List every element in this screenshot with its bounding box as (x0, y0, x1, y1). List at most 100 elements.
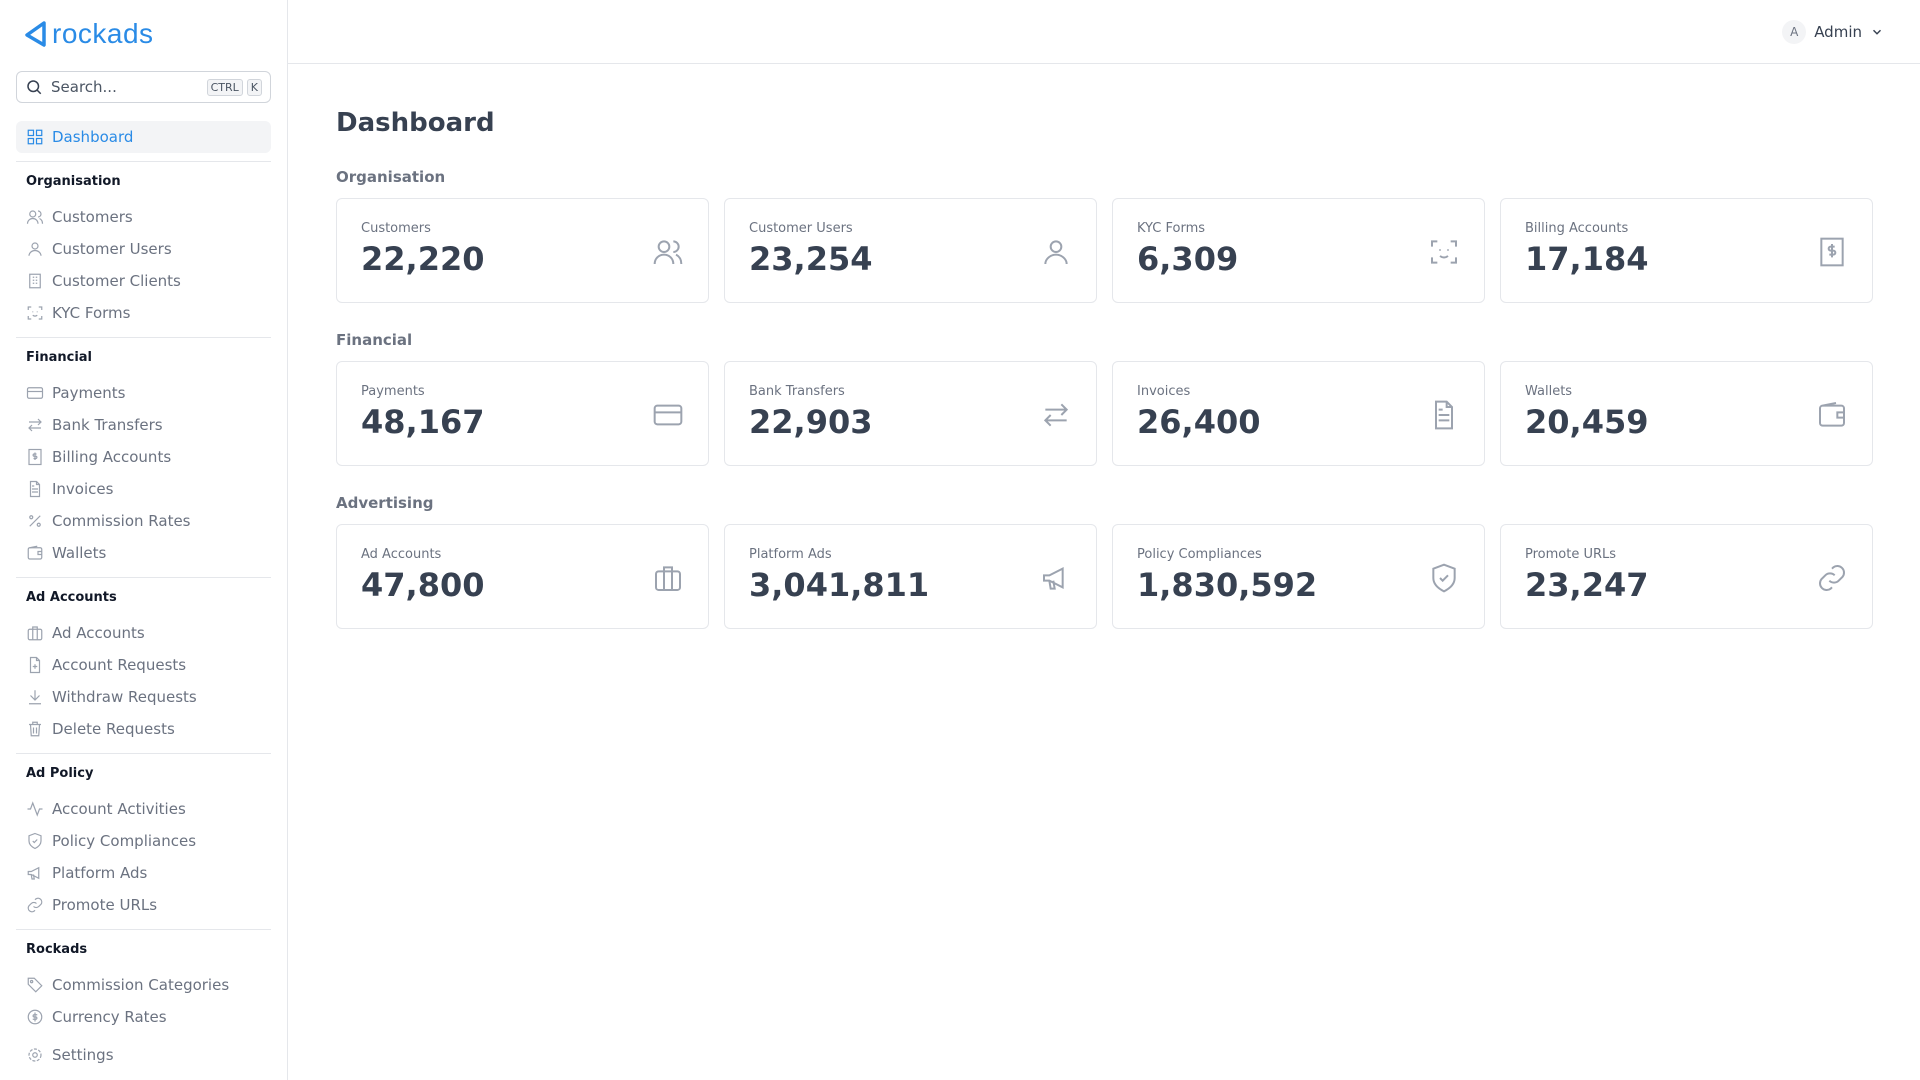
sidebar-item-label: Withdraw Requests (52, 688, 197, 706)
download-icon (29, 690, 41, 705)
face-scan-icon (27, 306, 43, 320)
sidebar-item-label: KYC Forms (52, 304, 131, 322)
sidebar-item-label: Policy Compliances (52, 832, 197, 850)
stat-label: Platform Ads (749, 547, 832, 562)
stat-card-ad-accounts[interactable]: Ad Accounts 47,800 (336, 524, 709, 629)
stat-label: Invoices (1137, 384, 1191, 399)
receipt-icon (1820, 237, 1844, 267)
card-icon (26, 387, 44, 399)
sidebar-item-customer-clients[interactable]: Customer Clients (16, 265, 271, 297)
top-header: A Admin (288, 0, 1920, 64)
briefcase-icon (655, 566, 681, 591)
stat-card-payments[interactable]: Payments 48,167 (336, 361, 709, 466)
stat-card-platform-ads[interactable]: Platform Ads 3,041,811 (724, 524, 1097, 629)
sidebar-item-label: Ad Accounts (52, 624, 145, 642)
stat-value: 20,459 (1525, 403, 1649, 441)
sidebar-item-customers[interactable]: Customers (16, 201, 271, 233)
stat-grid: Payments 48,167 Bank Transfers 22,903 Invoic… (336, 361, 1874, 466)
stat-grid: Customers 22,220 Customer Users 23,254 KYC F… (336, 198, 1874, 303)
stat-value: 1,830,592 (1137, 566, 1318, 604)
sidebar-item-label: Payments (52, 384, 126, 402)
sidebar-item-label: Billing Accounts (52, 448, 172, 466)
sidebar: rockads Search... CTRL K Dashboard Organ… (0, 0, 288, 1080)
sidebar-item-commission-categories[interactable]: Commission Categories (16, 969, 271, 1001)
sidebar-item-withdraw-requests[interactable]: Withdraw Requests (16, 681, 271, 713)
sidebar-item-policy-compliances[interactable]: Policy Compliances (16, 825, 271, 857)
stat-card-promote-urls[interactable]: Promote URLs 23,247 (1500, 524, 1873, 629)
wallet-icon (1819, 402, 1845, 427)
sidebar-item-label: Invoices (52, 480, 114, 498)
sidebar-item-platform-ads[interactable]: Platform Ads (16, 857, 271, 889)
sidebar-item-label: Account Activities (52, 800, 186, 818)
sidebar-item-account-requests[interactable]: Account Requests (16, 649, 271, 681)
wallet-icon (27, 545, 43, 560)
brand-logo[interactable]: rockads (24, 18, 154, 50)
sidebar-item-label: Platform Ads (52, 864, 148, 882)
sidebar-item-billing-accounts[interactable]: Billing Accounts (16, 441, 271, 473)
sidebar-section-heading: Rockads (16, 929, 271, 969)
stat-label: Payments (361, 384, 425, 399)
stat-value: 23,247 (1525, 566, 1649, 604)
sidebar-item-ad-accounts[interactable]: Ad Accounts (16, 617, 271, 649)
stat-card-bank-transfers[interactable]: Bank Transfers 22,903 (724, 361, 1097, 466)
stat-label: Promote URLs (1525, 547, 1617, 562)
main-content: Dashboard Organisation Customers 22,220 Cus… (336, 108, 1874, 657)
stat-value: 17,184 (1525, 240, 1649, 278)
logo-icon (25, 21, 46, 47)
sidebar-item-label: Settings (52, 1046, 114, 1064)
arrows-icon (28, 418, 42, 432)
sidebar-item-delete-requests[interactable]: Delete Requests (16, 713, 271, 745)
avatar: A (1782, 20, 1807, 44)
sidebar-item-invoices[interactable]: Invoices (16, 473, 271, 505)
sidebar-item-label: Promote URLs (52, 896, 158, 914)
dollar-icon (27, 1009, 43, 1025)
user-name: Admin (1814, 23, 1862, 41)
stat-card-policy-compliances[interactable]: Policy Compliances 1,830,592 (1112, 524, 1485, 629)
search-icon (27, 80, 42, 95)
stat-card-customer-users[interactable]: Customer Users 23,254 (724, 198, 1097, 303)
sidebar-section-heading: Ad Accounts (16, 577, 271, 617)
stat-card-billing-accounts[interactable]: Billing Accounts 17,184 (1500, 198, 1873, 303)
sidebar-item-wallets[interactable]: Wallets (16, 537, 271, 569)
user-icon (28, 242, 42, 256)
stat-label: Ad Accounts (361, 547, 442, 562)
face-scan-icon (1431, 240, 1457, 264)
sidebar-item-bank-transfers[interactable]: Bank Transfers (16, 409, 271, 441)
doc-icon (1435, 400, 1453, 430)
search-input[interactable]: Search... CTRL K (16, 71, 271, 103)
sidebar-item-currency-rates[interactable]: Currency Rates (16, 1001, 271, 1031)
section-heading: Financial (336, 331, 413, 349)
sidebar-item-dashboard[interactable]: Dashboard (16, 121, 271, 153)
sidebar-item-label: Customers (52, 208, 133, 226)
stat-value: 22,903 (749, 403, 873, 441)
sidebar-item-settings[interactable]: Settings (16, 1039, 271, 1071)
stat-card-wallets[interactable]: Wallets 20,459 (1500, 361, 1873, 466)
percent-icon (29, 515, 41, 527)
stat-value: 23,254 (749, 240, 873, 278)
stat-value: 3,041,811 (749, 566, 930, 604)
arrows-icon (1043, 403, 1069, 427)
stat-label: Policy Compliances (1137, 547, 1262, 562)
trash-icon (29, 721, 41, 737)
stat-card-kyc-forms[interactable]: KYC Forms 6,309 (1112, 198, 1485, 303)
sidebar-item-account-activities[interactable]: Account Activities (16, 793, 271, 825)
brand-name: rockads (52, 18, 154, 49)
sidebar-item-kyc-forms[interactable]: KYC Forms (16, 297, 271, 329)
sidebar-item-customer-users[interactable]: Customer Users (16, 233, 271, 265)
user-menu[interactable]: A Admin (1782, 20, 1884, 44)
sidebar-item-commission-rates[interactable]: Commission Rates (16, 505, 271, 537)
sidebar-item-label: Customer Users (52, 240, 172, 258)
stat-label: Customer Users (749, 221, 853, 236)
section-heading: Organisation (336, 168, 446, 186)
stat-value: 26,400 (1137, 403, 1261, 441)
shield-icon (28, 832, 42, 850)
sidebar-item-promote-urls[interactable]: Promote URLs (16, 889, 271, 921)
stat-card-invoices[interactable]: Invoices 26,400 (1112, 361, 1485, 466)
users-icon (653, 240, 683, 265)
sidebar-item-label: Bank Transfers (52, 416, 163, 434)
dashboard-icon (27, 129, 43, 145)
sidebar-item-payments[interactable]: Payments (16, 377, 271, 409)
stat-card-customers[interactable]: Customers 22,220 (336, 198, 709, 303)
doc-plus-icon (29, 656, 41, 674)
building-icon (29, 273, 41, 289)
